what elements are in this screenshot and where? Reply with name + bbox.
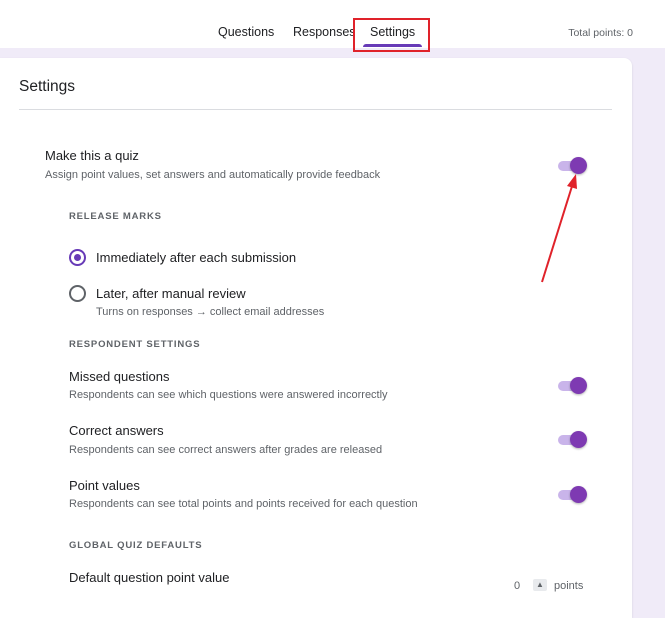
arrow-head [567,174,577,189]
annotation-arrow [541,174,577,283]
arrow-shaft [541,182,574,283]
